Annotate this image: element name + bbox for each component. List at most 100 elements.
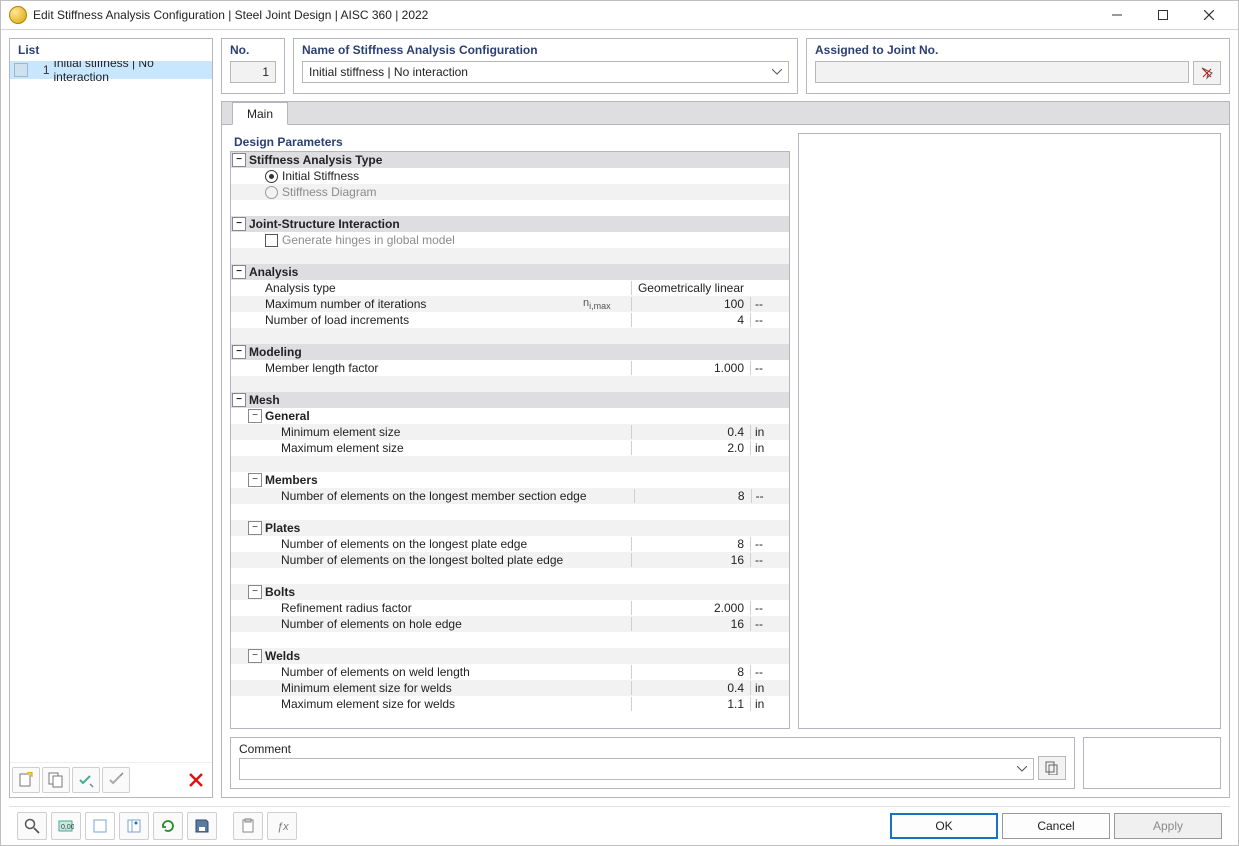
apply-button[interactable]: Apply [1114, 813, 1222, 839]
param-plate-elements: Number of elements on the longest plate … [279, 537, 583, 551]
value-min-element-size[interactable]: 0.4 [631, 425, 750, 439]
save-button[interactable] [187, 812, 217, 840]
units-button[interactable]: 0,00 [51, 812, 81, 840]
comment-side-panel [1083, 737, 1221, 789]
group-mesh-bolts: Bolts [263, 585, 583, 599]
view1-button[interactable] [85, 812, 115, 840]
close-window-button[interactable] [1186, 1, 1232, 29]
collapse-icon[interactable]: − [248, 649, 262, 663]
close-icon [1204, 10, 1214, 20]
param-min-element-size: Minimum element size [279, 425, 583, 439]
value-member-length-factor[interactable]: 1.000 [631, 361, 750, 375]
unit: in [750, 425, 789, 439]
value-members-elements[interactable]: 8 [634, 489, 751, 503]
value-bolted-plate-elements[interactable]: 16 [631, 553, 750, 567]
unit: -- [750, 537, 789, 551]
comment-label: Comment [239, 742, 1066, 756]
assigned-input[interactable] [815, 61, 1189, 83]
collapse-icon[interactable]: − [248, 521, 262, 535]
maximize-button[interactable] [1140, 1, 1186, 29]
save-icon [194, 818, 210, 834]
unit: -- [750, 553, 789, 567]
collapse-icon[interactable]: − [232, 345, 246, 359]
value-max-weld-size[interactable]: 1.1 [631, 697, 750, 711]
name-combo[interactable]: Initial stiffness | No interaction [302, 61, 789, 83]
radio-initial-stiffness[interactable]: Initial Stiffness [263, 169, 583, 183]
collapse-icon[interactable]: − [248, 585, 262, 599]
name-panel: Name of Stiffness Analysis Configuration… [293, 38, 798, 94]
list-item[interactable]: 1 Initial stiffness | No interaction [10, 61, 212, 79]
minimize-button[interactable] [1094, 1, 1140, 29]
list-item-num: 1 [32, 63, 50, 77]
unit: -- [750, 297, 789, 311]
param-max-iterations: Maximum number of iterations [263, 297, 583, 311]
group-mesh-general: General [263, 409, 583, 423]
param-min-weld-size: Minimum element size for welds [279, 681, 583, 695]
group-mesh-members: Members [263, 473, 583, 487]
ok-button[interactable]: OK [890, 813, 998, 839]
value-max-element-size[interactable]: 2.0 [631, 441, 750, 455]
param-weld-length-elements: Number of elements on weld length [279, 665, 583, 679]
param-analysis-type: Analysis type [263, 281, 583, 295]
param-refinement-radius: Refinement radius factor [279, 601, 583, 615]
radio-label: Initial Stiffness [282, 169, 359, 183]
collapse-icon[interactable]: − [232, 153, 246, 167]
no-input[interactable]: 1 [230, 61, 276, 83]
name-value: Initial stiffness | No interaction [309, 65, 468, 79]
bottom-toolbar: 0,00 ƒx OK Cancel Apply [9, 806, 1230, 845]
radio-stiffness-diagram[interactable]: Stiffness Diagram [263, 185, 583, 199]
value-hole-edge-elements[interactable]: 16 [631, 617, 750, 631]
value-min-weld-size[interactable]: 0.4 [631, 681, 750, 695]
tab-main[interactable]: Main [232, 102, 288, 125]
include-button[interactable] [72, 767, 100, 793]
minimize-icon [1112, 10, 1122, 20]
collapse-icon[interactable]: − [232, 265, 246, 279]
find-button[interactable] [17, 812, 47, 840]
group-mesh-welds: Welds [263, 649, 583, 663]
function-icon: ƒx [274, 818, 290, 834]
no-value: 1 [262, 65, 269, 79]
value-load-increments[interactable]: 4 [631, 313, 750, 327]
chevron-down-icon [772, 69, 782, 75]
check-in-icon [78, 772, 94, 788]
svg-text:0,00: 0,00 [61, 824, 74, 831]
svg-text:ƒx: ƒx [277, 821, 289, 833]
duplicate-button[interactable] [42, 767, 70, 793]
cancel-button[interactable]: Cancel [1002, 813, 1110, 839]
view2-button[interactable] [119, 812, 149, 840]
collapse-icon[interactable]: − [248, 473, 262, 487]
comment-copy-button[interactable] [1038, 756, 1066, 780]
unit: -- [750, 313, 789, 327]
unit: -- [750, 361, 789, 375]
list-item-swatch [14, 63, 28, 77]
pick-icon [1200, 66, 1214, 80]
delete-button[interactable] [182, 767, 210, 793]
unit: in [750, 441, 789, 455]
clipboard-button[interactable] [233, 812, 263, 840]
assigned-panel: Assigned to Joint No. [806, 38, 1230, 94]
cancel-label: Cancel [1037, 819, 1074, 833]
delete-icon [189, 773, 203, 787]
collapse-icon[interactable]: − [232, 217, 246, 231]
value-max-iterations[interactable]: 100 [631, 297, 750, 311]
new-button[interactable] [12, 767, 40, 793]
value-weld-length-elements[interactable]: 8 [631, 665, 750, 679]
new-icon [18, 772, 34, 788]
param-hole-edge-elements: Number of elements on hole edge [279, 617, 583, 631]
pick-joint-button[interactable] [1193, 61, 1221, 85]
value-plate-elements[interactable]: 8 [631, 537, 750, 551]
function-button[interactable]: ƒx [267, 812, 297, 840]
refresh-icon [160, 818, 176, 834]
check-generate-hinges[interactable]: Generate hinges in global model [263, 233, 583, 247]
exclude-button[interactable] [102, 767, 130, 793]
section-design-parameters: Design Parameters [230, 133, 790, 151]
tab-container: Main Design Parameters −Stiffness Analys… [221, 101, 1230, 798]
collapse-icon[interactable]: − [232, 393, 246, 407]
value-refinement-radius[interactable]: 2.000 [631, 601, 750, 615]
refresh-button[interactable] [153, 812, 183, 840]
group-stiffness-analysis-type: Stiffness Analysis Type [247, 153, 583, 167]
group-mesh: Mesh [247, 393, 583, 407]
comment-combo[interactable] [239, 758, 1034, 780]
collapse-icon[interactable]: − [248, 409, 262, 423]
value-analysis-type[interactable]: Geometrically linear [631, 281, 750, 295]
